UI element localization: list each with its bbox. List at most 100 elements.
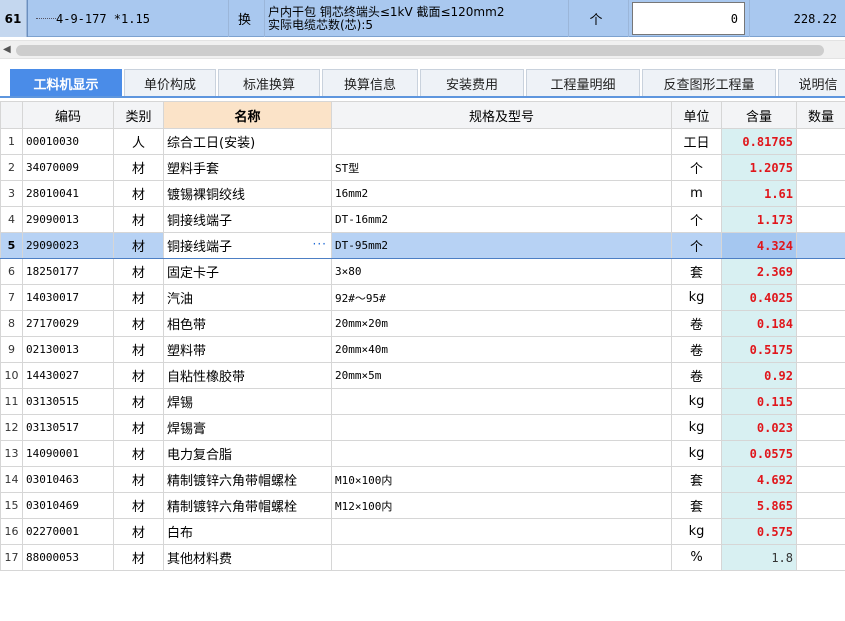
cell-code[interactable]: 29090023 xyxy=(22,232,114,259)
cell-unit[interactable]: kg xyxy=(671,518,722,545)
cell-name[interactable]: 铜接线端子 ··· xyxy=(163,232,332,259)
cell-unit[interactable]: kg xyxy=(671,284,722,311)
table-row[interactable]: 10 14430027 材自粘性橡胶带 20mm×5m 卷 0.92 xyxy=(0,362,845,389)
tab-conversion-info[interactable]: 换算信息 xyxy=(322,69,418,96)
table-row[interactable]: 16 02270001 材白布 kg 0.575 xyxy=(0,518,845,545)
cell-amount[interactable] xyxy=(796,206,845,233)
cell-code[interactable]: 14030017 xyxy=(22,284,114,311)
cell-name[interactable]: 精制镀锌六角带帽螺栓 xyxy=(163,466,332,493)
cell-code[interactable]: 14090001 xyxy=(22,440,114,467)
cell-amount[interactable] xyxy=(796,362,845,389)
cell-qty[interactable]: 1.173 xyxy=(721,206,797,233)
table-row[interactable]: 11 03130515 材焊锡 kg 0.115 xyxy=(0,388,845,415)
cell-qty[interactable]: 2.369 xyxy=(721,258,797,285)
table-row[interactable]: 4 29090013 材铜接线端子 DT-16mm2 个 1.173 xyxy=(0,206,845,233)
cell-spec[interactable]: M12×100内 xyxy=(331,492,672,519)
cell-qty[interactable]: 4.692 xyxy=(721,466,797,493)
cell-unit[interactable]: % xyxy=(671,544,722,571)
cell-code[interactable]: 14430027 xyxy=(22,362,114,389)
quota-code[interactable]: 4-9-177 *1.15 xyxy=(56,0,226,37)
table-row[interactable]: 13 14090001 材电力复合脂 kg 0.0575 xyxy=(0,440,845,467)
selected-quota-row[interactable]: 61 4-9-177 *1.15 换 户内干包 铜芯终端头≤1kV 截面≤120… xyxy=(0,0,845,37)
cell-qty[interactable]: 0.81765 xyxy=(721,128,797,155)
cell-code[interactable]: 18250177 xyxy=(22,258,114,285)
cell-spec[interactable]: DT-16mm2 xyxy=(331,206,672,233)
cell-name[interactable]: 综合工日(安装) xyxy=(163,128,332,155)
cell-unit[interactable]: 卷 xyxy=(671,310,722,337)
col-amount-header[interactable]: 数量 xyxy=(796,101,845,129)
cell-name[interactable]: 其他材料费 xyxy=(163,544,332,571)
cell-amount[interactable] xyxy=(796,128,845,155)
cell-spec[interactable]: M10×100内 xyxy=(331,466,672,493)
quota-description[interactable]: 户内干包 铜芯终端头≤1kV 截面≤120mm2 实际电缆芯数(芯):5 xyxy=(268,0,568,37)
cell-unit[interactable]: kg xyxy=(671,388,722,415)
cell-unit[interactable]: 卷 xyxy=(671,362,722,389)
cell-name[interactable]: 白布 xyxy=(163,518,332,545)
cell-amount[interactable] xyxy=(796,518,845,545)
cell-qty[interactable]: 0.5175 xyxy=(721,336,797,363)
cell-name[interactable]: 固定卡子 xyxy=(163,258,332,285)
cell-type[interactable]: 材 xyxy=(113,310,164,337)
cell-amount[interactable] xyxy=(796,232,845,259)
cell-unit[interactable]: kg xyxy=(671,440,722,467)
col-type-header[interactable]: 类别 xyxy=(113,101,164,129)
tab-description[interactable]: 说明信 xyxy=(778,69,845,96)
table-row[interactable]: 17 88000053 材其他材料费% 1.8 xyxy=(0,544,845,571)
cell-code[interactable]: 03130517 xyxy=(22,414,114,441)
cell-name[interactable]: 汽油 xyxy=(163,284,332,311)
cell-qty[interactable]: 0.023 xyxy=(721,414,797,441)
cell-spec[interactable]: 20mm×5m xyxy=(331,362,672,389)
cell-unit[interactable]: 套 xyxy=(671,492,722,519)
cell-unit[interactable]: 个 xyxy=(671,206,722,233)
cell-code[interactable]: 03010463 xyxy=(22,466,114,493)
cell-code[interactable]: 34070009 xyxy=(22,154,114,181)
tab-unit-price[interactable]: 单价构成 xyxy=(124,69,216,96)
cell-code[interactable]: 02270001 xyxy=(22,518,114,545)
horizontal-scrollbar[interactable]: ◀ xyxy=(0,40,845,59)
cell-name[interactable]: 塑料带 xyxy=(163,336,332,363)
cell-type[interactable]: 材 xyxy=(113,206,164,233)
cell-amount[interactable] xyxy=(796,336,845,363)
cell-unit[interactable]: kg xyxy=(671,414,722,441)
cell-spec[interactable] xyxy=(331,388,672,415)
cell-qty[interactable]: 1.2075 xyxy=(721,154,797,181)
cell-type[interactable]: 材 xyxy=(113,492,164,519)
cell-qty[interactable]: 1.61 xyxy=(721,180,797,207)
cell-spec[interactable]: 92#～95# xyxy=(331,284,672,311)
cell-amount[interactable] xyxy=(796,492,845,519)
col-spec-header[interactable]: 规格及型号 xyxy=(331,101,672,129)
col-name-header[interactable]: 名称 xyxy=(163,101,332,129)
cell-amount[interactable] xyxy=(796,154,845,181)
table-row[interactable]: 12 03130517 材焊锡膏 kg 0.023 xyxy=(0,414,845,441)
col-unit-header[interactable]: 单位 xyxy=(671,101,722,129)
cell-unit[interactable]: 卷 xyxy=(671,336,722,363)
cell-type[interactable]: 材 xyxy=(113,440,164,467)
cell-unit[interactable]: 套 xyxy=(671,258,722,285)
cell-name[interactable]: 相色带 xyxy=(163,310,332,337)
cell-amount[interactable] xyxy=(796,466,845,493)
cell-type[interactable]: 材 xyxy=(113,336,164,363)
table-row[interactable]: 15 03010469 材精制镀锌六角带帽螺栓 M12×100内套 5.865 xyxy=(0,492,845,519)
cell-qty[interactable]: 0.92 xyxy=(721,362,797,389)
cell-type[interactable]: 材 xyxy=(113,180,164,207)
cell-type[interactable]: 材 xyxy=(113,388,164,415)
quantity-input[interactable]: 0 xyxy=(632,2,745,35)
table-row[interactable]: 8 27170029 材相色带 20mm×20m 卷 0.184 xyxy=(0,310,845,337)
cell-code[interactable]: 29090013 xyxy=(22,206,114,233)
cell-qty[interactable]: 0.0575 xyxy=(721,440,797,467)
tab-install-fee[interactable]: 安装费用 xyxy=(420,69,524,96)
cell-type[interactable]: 材 xyxy=(113,466,164,493)
cell-type[interactable]: 材 xyxy=(113,518,164,545)
cell-unit[interactable]: 工日 xyxy=(671,128,722,155)
table-row[interactable]: 14 03010463 材精制镀锌六角带帽螺栓 M10×100内套 4.692 xyxy=(0,466,845,493)
cell-code[interactable]: 03130515 xyxy=(22,388,114,415)
table-row[interactable]: 6 18250177 材固定卡子 3×80 套 2.369 xyxy=(0,258,845,285)
cell-qty[interactable]: 4.324 xyxy=(721,232,797,259)
cell-code[interactable]: 28010041 xyxy=(22,180,114,207)
cell-qty[interactable]: 0.4025 xyxy=(721,284,797,311)
cell-code[interactable]: 88000053 xyxy=(22,544,114,571)
cell-amount[interactable] xyxy=(796,310,845,337)
cell-name[interactable]: 自粘性橡胶带 xyxy=(163,362,332,389)
table-row[interactable]: 3 28010041 材镀锡裸铜绞线 16mm2 m 1.61 xyxy=(0,180,845,207)
table-row[interactable]: 2 34070009 材塑料手套 ST型个 1.2075 xyxy=(0,154,845,181)
